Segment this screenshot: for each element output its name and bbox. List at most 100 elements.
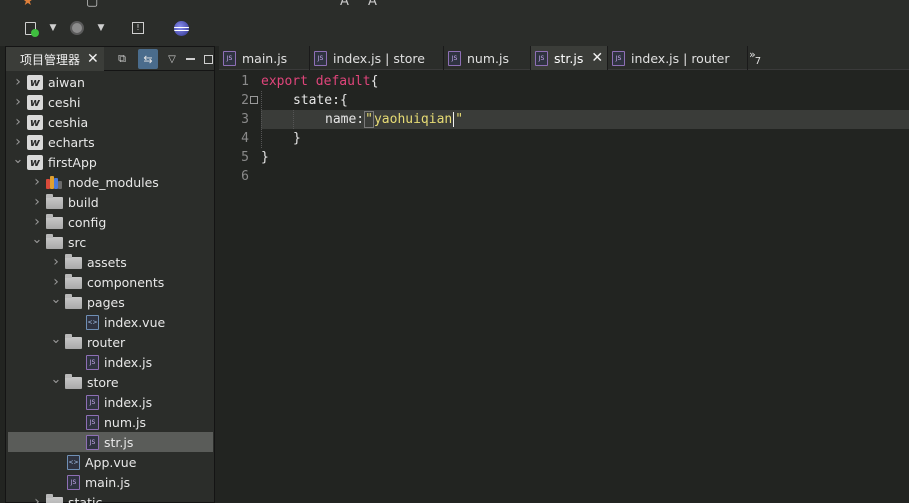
run-icon[interactable] (22, 19, 39, 37)
editor-tab-label: index.js | store (333, 50, 425, 66)
font-decrease-icon[interactable]: A (368, 0, 377, 9)
tree-item[interactable]: ⌄ src (6, 232, 214, 252)
tree-item[interactable]: › static (6, 492, 214, 503)
js-file-icon: JS (448, 50, 461, 66)
editor-tab-label: str.js (554, 50, 584, 66)
tree-item-label: num.js (104, 414, 146, 430)
line-number: 1 (241, 74, 249, 89)
chevron-down-icon[interactable]: ⌄ (50, 369, 62, 389)
folder-icon (65, 293, 82, 309)
editor-tab-label: index.js | router (631, 50, 730, 66)
tree-item-label: src (68, 234, 87, 250)
project-explorer: 项目管理器 ✕ ⧉ ⇆ ▽ › w aiwan › w ceshi › w ceshia › w ec… (5, 46, 215, 503)
property-key: name: (325, 112, 365, 127)
font-increase-icon[interactable]: A (340, 0, 349, 9)
maximize-icon[interactable] (198, 49, 218, 69)
tree-item[interactable]: › components (6, 272, 214, 292)
close-icon[interactable]: ✕ (87, 51, 99, 67)
editor-tab[interactable]: JS str.js ✕ (531, 46, 608, 70)
tree-item[interactable]: › w aiwan (6, 72, 214, 92)
chevron-down-icon[interactable]: ⌄ (12, 149, 24, 169)
indent-guide (293, 110, 294, 129)
minimize-icon[interactable] (180, 49, 200, 69)
editor-tab[interactable]: JS main.js (219, 46, 310, 70)
chevron-right-icon[interactable]: › (12, 112, 24, 132)
note-icon[interactable]: ! (130, 19, 146, 37)
code-editor[interactable]: export default{ state:{ name:"yaohuiqian… (261, 72, 909, 503)
code-line-4: } (293, 131, 301, 146)
view-menu-icon[interactable]: ▽ (162, 49, 182, 69)
tree-item[interactable]: › assets (6, 252, 214, 272)
tree-item[interactable]: › node_modules (6, 172, 214, 192)
tab-overflow-button[interactable]: »7 (749, 48, 762, 67)
explorer-tab[interactable]: 项目管理器 ✕ (6, 47, 104, 71)
tree-item-label: node_modules (68, 174, 159, 190)
chevron-right-icon[interactable]: › (12, 72, 24, 92)
fold-toggle-icon[interactable] (250, 96, 258, 104)
tree-item-label: store (87, 374, 119, 390)
line-number: 3 (241, 112, 249, 127)
chevron-right-icon[interactable]: › (31, 192, 43, 212)
chevron-right-icon[interactable]: › (31, 492, 43, 503)
editor-tab[interactable]: JS num.js (444, 46, 531, 70)
chevron-down-icon[interactable]: ⌄ (31, 229, 43, 249)
folder-icon (65, 253, 82, 269)
tree-item[interactable]: ⌄ w firstApp (6, 152, 214, 172)
keyword: export default (261, 74, 371, 89)
link-editor-icon[interactable]: ⇆ (138, 49, 158, 69)
line-number: 2 (241, 93, 249, 108)
tree-item[interactable]: JS num.js (6, 412, 214, 432)
overflow-count: 7 (754, 56, 762, 67)
top-menu-strip: ★ ▢ A A (0, 0, 909, 10)
vue-file-icon: <> (86, 314, 99, 330)
tree-item-label: str.js (104, 434, 134, 450)
tree-item[interactable]: › w ceshi (6, 92, 214, 112)
folder-icon (65, 333, 82, 349)
chevron-down-icon[interactable]: ⌄ (50, 289, 62, 309)
browser-icon[interactable] (68, 19, 86, 37)
star-icon[interactable]: ★ (22, 0, 34, 9)
tree-item-label: index.js (104, 354, 153, 370)
tree-item[interactable]: <> App.vue (6, 452, 214, 472)
line-number-gutter: 1 2 3 4 5 6 (219, 72, 258, 503)
tree-item[interactable]: <> index.vue (6, 312, 214, 332)
browser-dropdown-icon[interactable]: ▼ (96, 19, 106, 37)
js-file-icon: JS (67, 474, 80, 490)
collapse-all-icon[interactable]: ⧉ (112, 49, 132, 69)
chevron-right-icon[interactable]: › (12, 92, 24, 112)
close-icon[interactable]: ✕ (591, 50, 603, 66)
tree-item[interactable]: JS str.js (8, 432, 213, 452)
eclipse-icon[interactable] (172, 19, 190, 37)
js-file-icon: JS (86, 354, 99, 370)
vue-file-icon: <> (67, 454, 80, 470)
string-value: yaohuiqian (373, 112, 453, 127)
tree-item[interactable]: ⌄ pages (6, 292, 214, 312)
tree-item-label: components (87, 274, 165, 290)
file-icon[interactable]: ▢ (86, 0, 98, 9)
tree-item[interactable]: JS index.js (6, 352, 214, 372)
chevron-down-icon[interactable]: ⌄ (50, 329, 62, 349)
tree-item[interactable]: › w echarts (6, 132, 214, 152)
run-dropdown-icon[interactable]: ▼ (48, 19, 58, 37)
code-line-5: } (261, 150, 269, 165)
string-quote: " (364, 111, 374, 128)
tree-item[interactable]: › build (6, 192, 214, 212)
tree-item[interactable]: JS index.js (6, 392, 214, 412)
tree-item[interactable]: › w ceshia (6, 112, 214, 132)
tree-item[interactable]: ⌄ store (6, 372, 214, 392)
folder-icon (65, 373, 82, 389)
chevron-right-icon[interactable]: › (31, 172, 43, 192)
code-line-2: state:{ (293, 93, 348, 108)
js-file-icon: JS (223, 50, 236, 66)
editor-tab[interactable]: JS index.js | store (310, 46, 444, 70)
tree-item[interactable]: JS main.js (6, 472, 214, 492)
project-icon: w (27, 134, 43, 150)
editor-tab[interactable]: JS index.js | router (608, 46, 748, 70)
chevron-right-icon[interactable]: › (50, 252, 62, 272)
tree-item-label: assets (87, 254, 127, 270)
tree-item[interactable]: ⌄ router (6, 332, 214, 352)
